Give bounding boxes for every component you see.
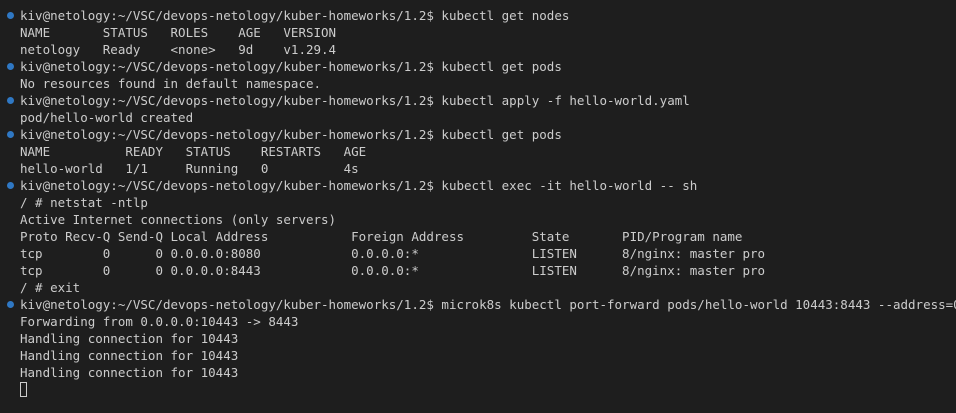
output-line: tcp 0 0 0.0.0.0:8080 0.0.0.0:* LISTEN 8/… (0, 245, 956, 262)
command-text: kiv@netology:~/VSC/devops-netology/kuber… (20, 59, 562, 74)
command-text: kiv@netology:~/VSC/devops-netology/kuber… (20, 297, 956, 312)
output-text: tcp 0 0 0.0.0.0:8080 0.0.0.0:* LISTEN 8/… (20, 246, 766, 261)
output-line: NAME READY STATUS RESTARTS AGE (0, 143, 956, 160)
output-line: Handling connection for 10443 (0, 330, 956, 347)
output-text: pod/hello-world created (20, 110, 194, 125)
output-text: Forwarding from 0.0.0.0:10443 -> 8443 (20, 314, 299, 329)
command-line: kiv@netology:~/VSC/devops-netology/kuber… (0, 296, 956, 313)
text-cursor (20, 382, 27, 397)
output-text: tcp 0 0 0.0.0.0:8443 0.0.0.0:* LISTEN 8/… (20, 263, 766, 278)
output-text: netology Ready <none> 9d v1.29.4 (20, 42, 337, 57)
command-decoration-dot-icon[interactable] (7, 97, 14, 104)
output-line: / # netstat -ntlp (0, 194, 956, 211)
output-text: Proto Recv-Q Send-Q Local Address Foreig… (20, 229, 743, 244)
command-text: kiv@netology:~/VSC/devops-netology/kuber… (20, 8, 570, 23)
output-text: hello-world 1/1 Running 0 4s (20, 161, 359, 176)
command-decoration-dot-icon[interactable] (7, 63, 14, 70)
terminal-input-line[interactable] (0, 381, 956, 398)
output-line: hello-world 1/1 Running 0 4s (0, 160, 956, 177)
command-decoration-dot-icon[interactable] (7, 182, 14, 189)
terminal-panel[interactable]: kiv@netology:~/VSC/devops-netology/kuber… (0, 0, 956, 413)
command-text: kiv@netology:~/VSC/devops-netology/kuber… (20, 178, 698, 193)
output-text: Handling connection for 10443 (20, 365, 239, 380)
output-line: Active Internet connections (only server… (0, 211, 956, 228)
command-text: kiv@netology:~/VSC/devops-netology/kuber… (20, 127, 562, 142)
terminal-output: kiv@netology:~/VSC/devops-netology/kuber… (0, 7, 956, 381)
output-line: No resources found in default namespace. (0, 75, 956, 92)
output-line: NAME STATUS ROLES AGE VERSION (0, 24, 956, 41)
output-text: Handling connection for 10443 (20, 348, 239, 363)
output-line: netology Ready <none> 9d v1.29.4 (0, 41, 956, 58)
command-line: kiv@netology:~/VSC/devops-netology/kuber… (0, 58, 956, 75)
command-line: kiv@netology:~/VSC/devops-netology/kuber… (0, 126, 956, 143)
output-line: pod/hello-world created (0, 109, 956, 126)
command-line: kiv@netology:~/VSC/devops-netology/kuber… (0, 177, 956, 194)
command-line: kiv@netology:~/VSC/devops-netology/kuber… (0, 7, 956, 24)
command-decoration-dot-icon[interactable] (7, 12, 14, 19)
output-line: Handling connection for 10443 (0, 364, 956, 381)
output-text: Active Internet connections (only server… (20, 212, 337, 227)
output-text: / # exit (20, 280, 81, 295)
command-line: kiv@netology:~/VSC/devops-netology/kuber… (0, 92, 956, 109)
output-text: / # netstat -ntlp (20, 195, 148, 210)
command-decoration-dot-icon[interactable] (7, 131, 14, 138)
output-text: NAME READY STATUS RESTARTS AGE (20, 144, 367, 159)
output-line: Handling connection for 10443 (0, 347, 956, 364)
output-text: Handling connection for 10443 (20, 331, 239, 346)
output-line: tcp 0 0 0.0.0.0:8443 0.0.0.0:* LISTEN 8/… (0, 262, 956, 279)
output-line: Proto Recv-Q Send-Q Local Address Foreig… (0, 228, 956, 245)
command-text: kiv@netology:~/VSC/devops-netology/kuber… (20, 93, 690, 108)
output-line: Forwarding from 0.0.0.0:10443 -> 8443 (0, 313, 956, 330)
output-text: NAME STATUS ROLES AGE VERSION (20, 25, 337, 40)
output-line: / # exit (0, 279, 956, 296)
output-text: No resources found in default namespace. (20, 76, 322, 91)
command-decoration-dot-icon[interactable] (7, 301, 14, 308)
